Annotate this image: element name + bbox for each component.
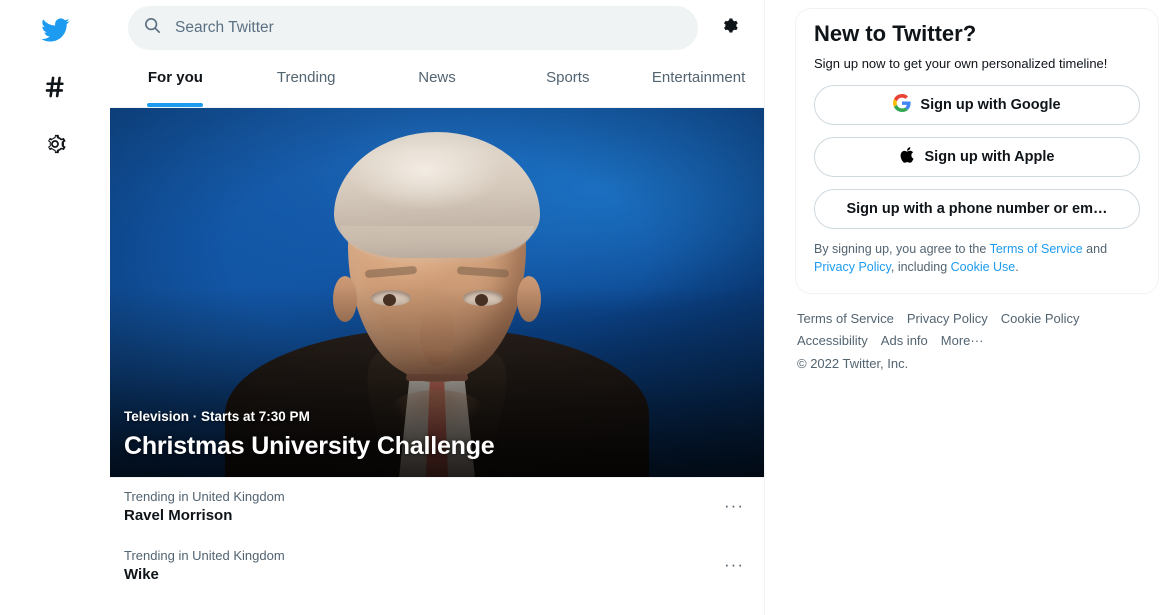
tab-trending[interactable]: Trending xyxy=(241,55,372,107)
footer-links: Terms of Service Privacy Policy Cookie Pol… xyxy=(795,294,1159,376)
search-settings-button[interactable] xyxy=(712,10,748,46)
footer-link-cookie[interactable]: Cookie Policy xyxy=(1001,311,1080,326)
footer-more-label: More xyxy=(940,332,971,348)
legal-prefix: By signing up, you agree to the xyxy=(814,242,990,256)
tab-entertainment[interactable]: Entertainment xyxy=(633,55,764,107)
more-dots-icon: ··· xyxy=(970,332,984,348)
google-icon xyxy=(893,94,912,116)
hashtag-icon xyxy=(42,74,68,105)
signup-title: New to Twitter? xyxy=(814,21,977,46)
signup-google-button[interactable]: Sign up with Google xyxy=(814,85,1140,125)
sidebar-item-explore[interactable] xyxy=(31,65,79,113)
search-bar[interactable] xyxy=(128,5,698,50)
trend-more-icon[interactable]: ··· xyxy=(718,549,750,581)
footer-link-privacy[interactable]: Privacy Policy xyxy=(907,311,988,326)
trend-item-1[interactable]: Trending in United Kingdom Ravel Morriso… xyxy=(110,478,764,537)
tab-for-you[interactable]: For you xyxy=(110,55,241,107)
tab-label: Trending xyxy=(276,69,336,86)
tab-label: News xyxy=(418,69,456,86)
search-input[interactable] xyxy=(175,18,683,37)
footer-link-ads-info[interactable]: Ads info xyxy=(881,333,928,348)
signup-google-label: Sign up with Google xyxy=(920,97,1061,113)
trend-context: Trending in United Kingdom xyxy=(124,489,285,504)
twitter-bird-icon xyxy=(40,15,70,50)
footer-link-more[interactable]: More··· xyxy=(941,333,984,348)
hero-event-card[interactable]: Television · Starts at 7:30 PM Christmas… xyxy=(110,108,764,478)
footer-row-1: Terms of Service Privacy Policy Cookie Pol… xyxy=(797,308,1157,330)
hero-title: Christmas University Challenge xyxy=(124,432,495,460)
hero-text-block: Television · Starts at 7:30 PM Christmas… xyxy=(124,409,750,461)
signup-apple-button[interactable]: Sign up with Apple xyxy=(814,137,1140,177)
tab-sports[interactable]: Sports xyxy=(502,55,633,107)
footer-copyright: © 2022 Twitter, Inc. xyxy=(797,356,909,372)
legal-including: , including xyxy=(890,259,951,274)
signup-subtitle: Sign up now to get your own personalized… xyxy=(814,56,1108,71)
legal-and: and xyxy=(1082,242,1108,256)
cookie-use-link[interactable]: Cookie Use xyxy=(951,260,1016,274)
signup-legal-text: By signing up, you agree to the Terms of… xyxy=(814,241,1140,277)
sidebar-item-settings[interactable] xyxy=(31,122,79,170)
tab-label: For you xyxy=(147,69,203,86)
sidebar-item-home-logo[interactable] xyxy=(31,8,79,56)
signup-apple-label: Sign up with Apple xyxy=(924,149,1055,165)
left-nav-rail xyxy=(0,0,110,615)
trend-more-icon[interactable]: ··· xyxy=(718,490,750,522)
tab-label: Entertainment xyxy=(651,69,746,86)
trend-item-2[interactable]: Trending in United Kingdom Wike ··· xyxy=(110,537,764,596)
signup-phone-email-button[interactable]: Sign up with a phone number or em… xyxy=(814,189,1140,229)
footer-link-accessibility[interactable]: Accessibility xyxy=(797,333,868,348)
signup-card: New to Twitter? Sign up now to get your … xyxy=(795,8,1159,294)
footer-link-terms[interactable]: Terms of Service xyxy=(797,311,894,326)
trend-name: Ravel Morrison xyxy=(124,507,233,524)
top-bar xyxy=(110,0,764,55)
legal-suffix: . xyxy=(1015,259,1019,274)
terms-of-service-link[interactable]: Terms of Service xyxy=(990,242,1083,256)
trend-context: Trending in United Kingdom xyxy=(124,548,285,563)
right-sidebar: New to Twitter? Sign up now to get your … xyxy=(765,0,1175,615)
hero-meta: Television · Starts at 7:30 PM xyxy=(124,409,310,424)
search-icon xyxy=(143,16,162,40)
tab-news[interactable]: News xyxy=(372,55,503,107)
signup-phone-email-label: Sign up with a phone number or em… xyxy=(846,201,1108,217)
tab-label: Sports xyxy=(546,69,590,86)
privacy-policy-link[interactable]: Privacy Policy xyxy=(814,260,891,274)
main-column: For you Trending News Sports Entertainme… xyxy=(110,0,765,615)
explore-tabs: For you Trending News Sports Entertainme… xyxy=(110,55,764,108)
trend-name: Wike xyxy=(124,566,159,583)
gear-icon xyxy=(42,131,68,162)
apple-icon xyxy=(900,146,916,168)
gear-icon xyxy=(720,15,741,41)
footer-row-2: Accessibility Ads info More··· xyxy=(797,330,1157,352)
twitter-explore-page: For you Trending News Sports Entertainme… xyxy=(0,0,1175,615)
